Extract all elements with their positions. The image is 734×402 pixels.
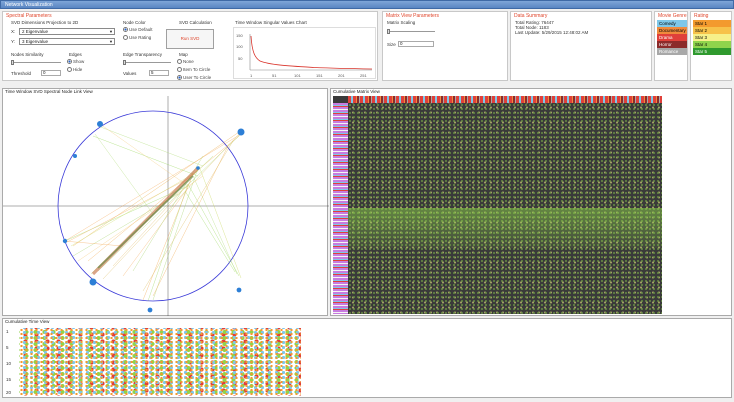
spectral-parameters-panel: Spectral Parameters SVD Dimensions Proje…	[2, 11, 378, 81]
singular-values-svg: 150 100 50 1 51 101 151 201 251	[236, 33, 373, 78]
use-rating-radio[interactable]: Use Rating	[123, 35, 151, 41]
time-dots-area	[19, 328, 301, 396]
node-similarity-label: Nodes Similarity	[11, 52, 44, 57]
matrix-top-genre-bar	[348, 96, 662, 103]
matrix-left-genre-bar	[333, 103, 348, 314]
similarity-slider[interactable]	[11, 60, 61, 65]
chevron-down-icon: ▼	[109, 39, 113, 44]
node-link-svg	[3, 96, 329, 316]
time-y-tick: 1	[6, 329, 9, 334]
rating-star-5: Star 5	[693, 48, 731, 55]
movie-genre-legend: Movie Genre Comedy Documentary Drama Hor…	[654, 11, 688, 81]
window-titlebar: Network Visualization	[0, 0, 734, 9]
rating-star-1: Star 1	[693, 20, 731, 27]
window-title: Network Visualization	[5, 2, 53, 8]
y-tick: 50	[238, 56, 243, 61]
spectral-node-link-view[interactable]: Time Window SVD Spectral Node Link View	[2, 88, 329, 316]
run-svd-button[interactable]: Run SVD	[166, 29, 214, 49]
matrix-canvas	[333, 96, 662, 314]
singular-values-line	[250, 35, 373, 70]
svd-calculation-label: SVD Calculation	[179, 20, 212, 25]
time-y-tick: 5	[6, 345, 9, 350]
genre-romance: Romance	[657, 48, 687, 55]
time-view-title: Cumulative Time View	[5, 319, 50, 324]
edges-hide-radio[interactable]: Hide	[67, 67, 82, 73]
map-label: Map	[179, 52, 188, 57]
y-eigenvalue-select[interactable]: 3 Eigenvalue ▼	[19, 38, 115, 45]
edges-show-radio[interactable]: Show	[67, 59, 84, 65]
map-item-radio[interactable]: Item To Circle	[177, 67, 210, 73]
chart-title: Time Window Singular Values Chart	[235, 20, 307, 25]
threshold-input[interactable]: 0	[41, 70, 61, 76]
rating-star-3: Star 3	[693, 34, 731, 41]
singular-values-chart: 150 100 50 1 51 101 151 201 251	[233, 27, 376, 79]
matrix-view-title: Cumulative Matrix View	[333, 89, 380, 94]
use-default-radio[interactable]: Use Default	[123, 27, 153, 33]
rating-star-2: Star 2	[693, 27, 731, 34]
edge-transparency-label: Edge Transparency	[123, 52, 163, 57]
edges-label: Edges	[69, 52, 82, 57]
spectral-parameters-title: Spectral Parameters	[6, 13, 52, 19]
x-tick: 151	[316, 73, 323, 78]
data-summary-panel: Data Summary Total Rating: 76447 Total N…	[510, 11, 652, 81]
nodes-group	[62, 121, 245, 313]
values-input[interactable]: 5	[149, 70, 169, 76]
y-tick: 100	[236, 44, 243, 49]
map-user-radio[interactable]: User To Circle	[177, 75, 211, 81]
node-color-label: Node Color	[123, 20, 146, 25]
data-summary-title: Data Summary	[514, 13, 548, 19]
chevron-down-icon: ▼	[109, 29, 113, 34]
transparency-slider[interactable]	[123, 60, 171, 65]
time-y-tick: 10	[6, 361, 12, 366]
rating-star-4: Star 4	[693, 41, 731, 48]
size-input[interactable]: 0	[398, 41, 434, 47]
matrix-scaling-slider[interactable]	[387, 29, 435, 34]
matrix-scaling-label: Matrix Scaling	[387, 20, 416, 25]
values-label: Values	[123, 71, 137, 76]
matrix-view-parameters-panel: Matrix View Parameters Matrix Scaling Si…	[382, 11, 508, 81]
rating-title: Rating	[694, 13, 709, 19]
cumulative-time-view[interactable]: Cumulative Time View 1 5 10 15 20	[2, 318, 732, 398]
x-tick: 251	[360, 73, 367, 78]
time-y-tick: 20	[6, 390, 12, 395]
matrix-parameters-title: Matrix View Parameters	[386, 13, 439, 19]
x-eigenvalue-select[interactable]: 2 Eigenvalue ▼	[19, 28, 115, 35]
x-tick: 201	[338, 73, 345, 78]
cumulative-matrix-view[interactable]: Cumulative Matrix View	[330, 88, 732, 316]
genre-comedy: Comedy	[657, 20, 687, 27]
map-none-radio[interactable]: None	[177, 59, 194, 65]
x-axis-label: X:	[11, 29, 16, 34]
genre-drama: Drama	[657, 34, 687, 41]
movie-genre-title: Movie Genre	[658, 13, 687, 19]
last-update: Last Update: 5/29/2015 12:48:02 AM	[515, 30, 589, 35]
y-tick: 150	[236, 33, 243, 38]
time-y-tick: 15	[6, 377, 12, 382]
x-tick: 51	[272, 73, 277, 78]
spectral-view-title: Time Window SVD Spectral Node Link View	[5, 89, 93, 94]
projection-label: SVD Dimensions Projection to 2D	[11, 20, 79, 25]
x-tick: 1	[250, 73, 253, 78]
rating-legend: Rating Star 1 Star 2 Star 3 Star 4 Star …	[690, 11, 732, 81]
genre-horror: Horror	[657, 41, 687, 48]
x-tick: 101	[294, 73, 301, 78]
size-label: Size	[387, 42, 396, 47]
threshold-label: Threshold	[11, 71, 32, 76]
genre-documentary: Documentary	[657, 27, 687, 34]
y-axis-label: Y:	[11, 39, 16, 44]
matrix-dense-band	[348, 208, 662, 248]
node-cluster-core	[97, 175, 194, 269]
